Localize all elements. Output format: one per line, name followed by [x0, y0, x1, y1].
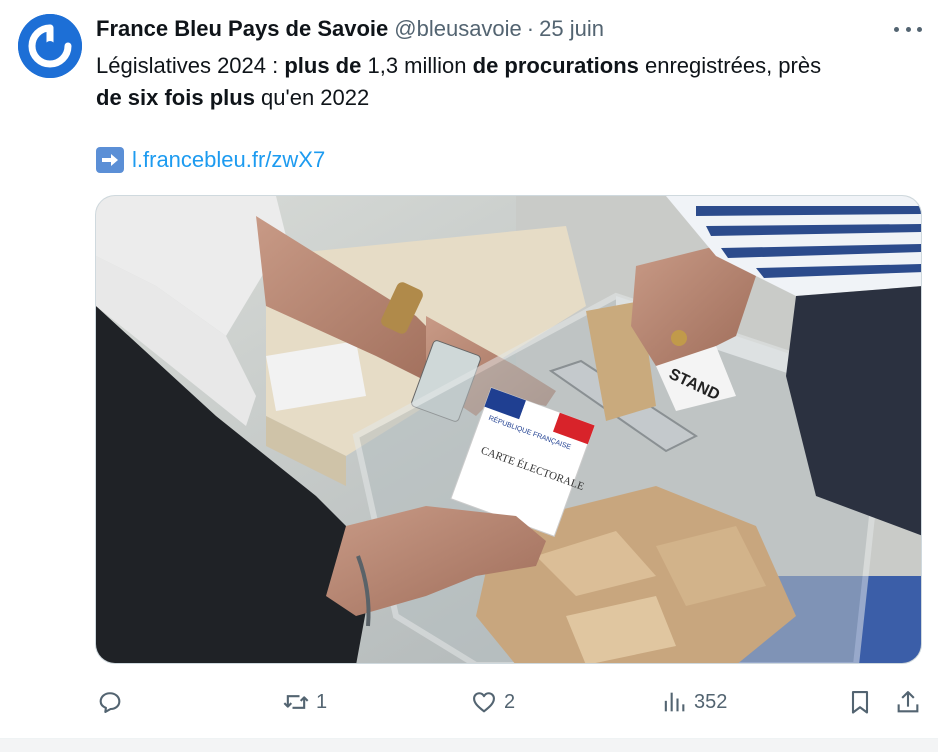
share-icon: [897, 691, 919, 713]
more-dot-icon: [894, 26, 899, 32]
separator-dot: ·: [526, 16, 535, 41]
text-part: Législatives 2024 :: [96, 53, 285, 78]
tweet-text: Législatives 2024 : plus de 1,3 million …: [96, 50, 916, 114]
heart-icon: [473, 692, 495, 713]
tweet: France Bleu Pays de Savoie @bleusavoie · 25…: [0, 0, 938, 752]
france-bleu-logo: [18, 14, 82, 78]
author-name[interactable]: France Bleu Pays de Savoie: [96, 16, 388, 41]
views-button[interactable]: 352: [660, 684, 727, 720]
bottom-divider: [0, 738, 938, 752]
text-part-bold: de procurations: [472, 53, 639, 78]
retweet-count: 1: [316, 690, 328, 713]
retweet-icon: [283, 695, 309, 709]
tweet-date[interactable]: 25 juin: [539, 16, 604, 41]
reply-button[interactable]: [96, 684, 130, 720]
views-icon: [664, 692, 685, 712]
text-part-bold: plus de: [284, 53, 362, 78]
share-button[interactable]: [894, 684, 922, 720]
text-part: enregistrées, près: [638, 53, 822, 78]
like-button[interactable]: 2: [470, 684, 515, 720]
views-count: 352: [694, 690, 728, 713]
text-part: qu'en 2022: [254, 85, 370, 110]
reply-icon: [99, 692, 121, 713]
retweet-button[interactable]: 1: [282, 684, 327, 720]
bookmark-icon: [851, 691, 869, 714]
link-line: l.francebleu.fr/zwX7: [96, 146, 325, 174]
tweet-photo[interactable]: STAND RÉPUBLIQUE FRANÇAISE CARTE ÉLECTOR…: [95, 195, 922, 664]
tweet-header: France Bleu Pays de Savoie @bleusavoie · 25…: [96, 16, 878, 42]
text-part-bold: de six fois plus: [96, 85, 255, 110]
like-count: 2: [504, 690, 516, 713]
right-arrow-icon: [96, 147, 124, 173]
article-link[interactable]: l.francebleu.fr/zwX7: [132, 146, 325, 174]
more-dot-icon: [917, 26, 922, 32]
text-part: 1,3 million: [361, 53, 473, 78]
author-handle[interactable]: @bleusavoie: [394, 16, 522, 41]
more-dot-icon: [905, 26, 911, 32]
action-bar: 1 2 352: [0, 684, 938, 720]
more-options-button[interactable]: [894, 18, 922, 40]
avatar[interactable]: [18, 14, 82, 78]
bookmark-button[interactable]: [846, 684, 874, 720]
